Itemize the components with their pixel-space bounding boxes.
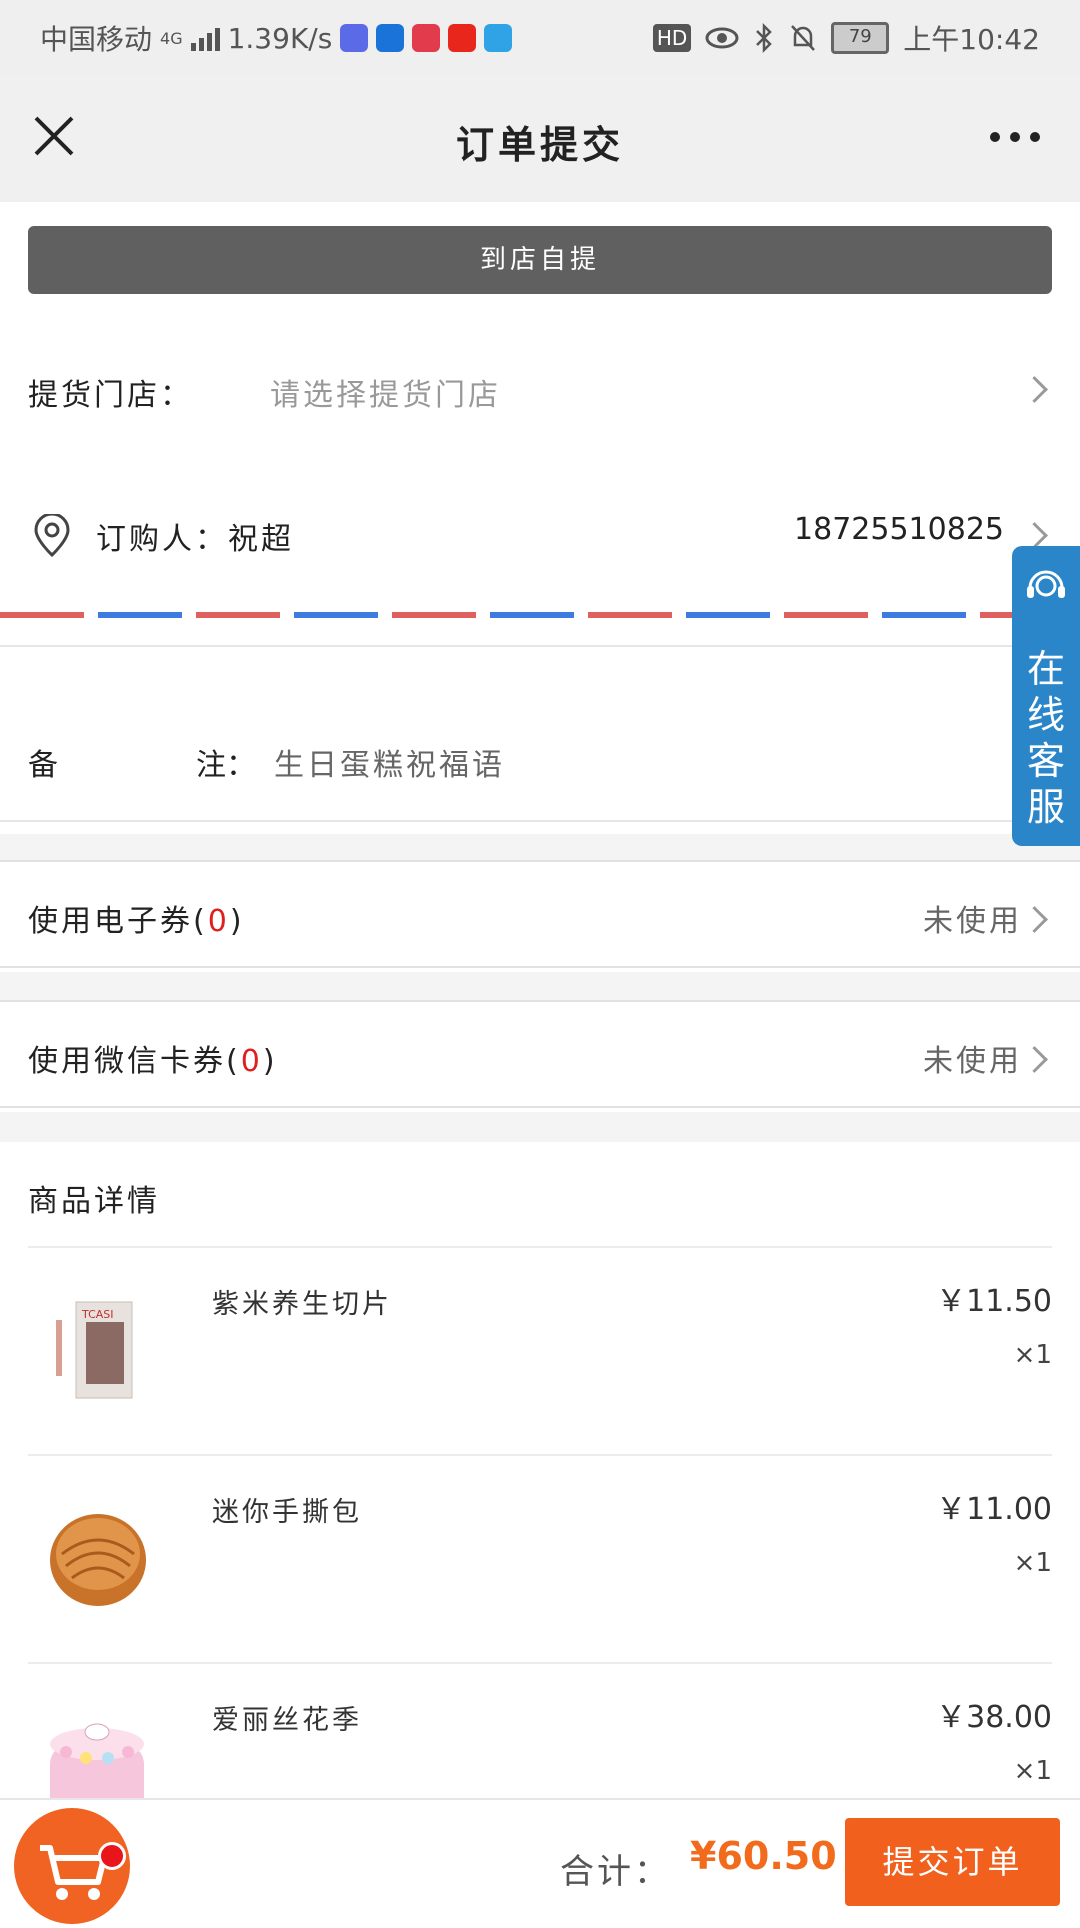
goods-price: ￥11.50 [936, 1284, 1052, 1319]
mute-bell-icon [791, 25, 816, 51]
section-gap [0, 972, 1080, 1000]
signal-icon [190, 25, 220, 51]
chevron-right-icon [1021, 376, 1048, 403]
status-bar: 中国移动 4G 1.39K/s HD 79 上午10:42 [0, 0, 1080, 76]
goods-price: ￥38.00 [936, 1700, 1052, 1735]
goods-quantity: ×1 [1013, 1548, 1052, 1578]
goods-name: 紫米养生切片 [212, 1289, 392, 1320]
headset-icon [1027, 570, 1065, 598]
wechat-coupon-status: 未使用 [923, 1044, 1022, 1079]
chevron-right-icon [1021, 906, 1048, 933]
cart-badge [98, 1842, 126, 1870]
e-coupon-row[interactable]: 使用电子券(0) 未使用 [0, 860, 1080, 968]
wechat-coupon-count: 0 [240, 1044, 263, 1079]
note-label-colon: 注： [196, 748, 256, 783]
cart-button[interactable] [14, 1808, 130, 1924]
hd-icon: HD [652, 24, 692, 52]
network-speed: 1.39K/s [227, 21, 333, 55]
e-coupon-count: 0 [207, 904, 230, 939]
goods-header: 商品详情 [28, 1184, 160, 1219]
vmall-app-icon [412, 24, 441, 52]
pickup-store-placeholder: 请选择提货门店 [270, 378, 501, 413]
eye-icon [705, 27, 739, 49]
checkout-bar: 合计： ¥60.50 提交订单 [0, 1798, 1080, 1924]
goods-quantity: ×1 [1013, 1340, 1052, 1370]
clock: 上午10:42 [903, 23, 1040, 56]
online-service-label: 在线客服 [1027, 647, 1066, 829]
buyer-row[interactable]: 订购人：祝超 18725510825 [0, 490, 1080, 600]
section-gap [0, 834, 1080, 860]
goods-item[interactable]: TCASI 紫米养生切片 ￥11.50 ×1 [28, 1246, 1052, 1454]
shield-app-icon [376, 24, 405, 52]
pickup-mode-button[interactable]: 到店自提 [28, 226, 1052, 294]
goods-price: ￥11.00 [936, 1492, 1052, 1527]
music-app-icon [340, 24, 369, 52]
total-label: 合计： [560, 1852, 671, 1892]
e-coupon-label: 使用电子券(0) [28, 904, 245, 939]
total-amount: ¥60.50 [690, 1834, 837, 1878]
buyer-phone: 18725510825 [794, 512, 1004, 547]
location-pin-icon [34, 514, 70, 558]
divider [0, 820, 1080, 822]
buyer-name: 订购人：祝超 [96, 522, 294, 557]
wechat-coupon-row[interactable]: 使用微信卡券(0) 未使用 [0, 1000, 1080, 1108]
pickup-store-label: 提货门店： [28, 378, 193, 413]
chevron-right-icon [1021, 522, 1048, 549]
submit-order-button[interactable]: 提交订单 [845, 1818, 1060, 1906]
envelope-border [0, 612, 1080, 618]
svg-text:TCASI: TCASI [81, 1308, 114, 1321]
bluetooth-icon [756, 23, 773, 53]
online-service-tab[interactable]: 在线客服 [1012, 546, 1080, 846]
note-label: 备 [28, 748, 58, 783]
product-image [50, 1514, 146, 1606]
battery-icon: 79 [831, 22, 890, 54]
goods-quantity: ×1 [1013, 1756, 1052, 1786]
pickup-store-row[interactable]: 提货门店： 请选择提货门店 [0, 340, 1080, 440]
carrier-name: 中国移动 [40, 23, 153, 56]
goods-item[interactable]: 迷你手撕包 ￥11.00 ×1 [28, 1454, 1052, 1662]
product-image: TCASI [42, 1288, 152, 1408]
network-type: 4G [160, 28, 183, 48]
chevron-right-icon [1021, 1046, 1048, 1073]
goods-name: 迷你手撕包 [212, 1497, 362, 1528]
title-bar: 订单提交 [0, 76, 1080, 202]
e-coupon-status: 未使用 [923, 904, 1022, 939]
note-input[interactable]: 生日蛋糕祝福语 [274, 740, 505, 784]
note-row[interactable]: 备 注： 生日蛋糕祝福语 [0, 700, 1080, 820]
goods-name: 爱丽丝花季 [212, 1705, 362, 1736]
shopping-app-icon [448, 24, 477, 52]
divider [0, 645, 1080, 647]
delivery-app-icon [484, 24, 513, 52]
section-gap [0, 1112, 1080, 1142]
page-title: 订单提交 [455, 123, 624, 167]
wechat-coupon-label: 使用微信卡券(0) [28, 1044, 278, 1079]
more-icon[interactable] [990, 132, 1040, 142]
